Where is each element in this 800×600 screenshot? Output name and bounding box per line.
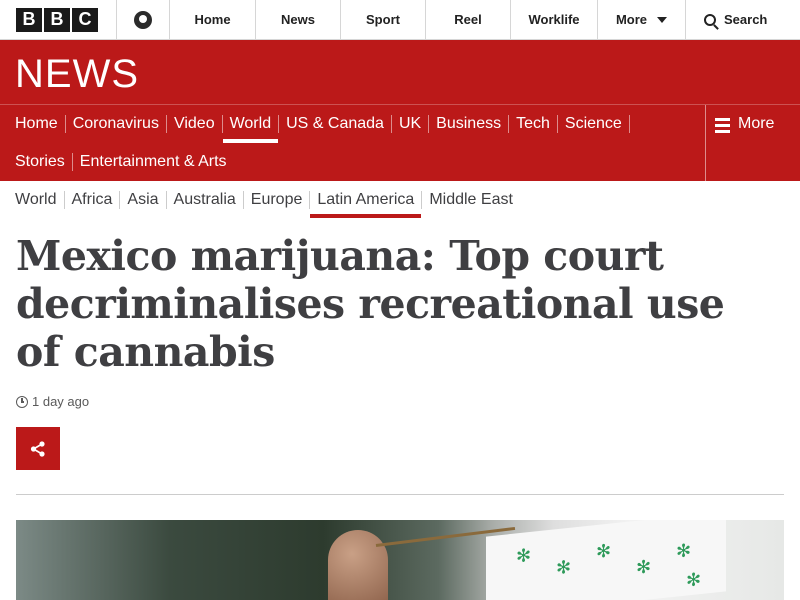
section-nav-video[interactable]: Video (167, 105, 222, 143)
photo-flag: ✻ ✻ ✻ ✻ ✻ ✻ (486, 520, 726, 600)
leaf-icon: ✻ (516, 544, 532, 567)
bbc-logo-letter: B (44, 7, 70, 32)
account-button[interactable] (117, 0, 170, 39)
section-nav-entertainment-arts[interactable]: Entertainment & Arts (73, 143, 234, 181)
section-nav-world[interactable]: World (222, 105, 279, 143)
section-nav-home[interactable]: Home (15, 105, 65, 143)
share-button[interactable] (16, 427, 60, 470)
divider (16, 494, 784, 495)
leaf-icon: ✻ (636, 556, 652, 578)
subnav-world[interactable]: World (15, 181, 64, 218)
photo-arm (328, 530, 388, 600)
section-nav-stories[interactable]: Stories (15, 143, 72, 181)
topnav-more-label: More (615, 12, 648, 27)
section-nav: Home Coronavirus Video World US & Canada… (0, 104, 800, 181)
section-nav-more-label: More (738, 115, 775, 132)
nav-divider (628, 115, 630, 133)
search-button[interactable]: Search (686, 0, 800, 39)
article-lead-image: ✻ ✻ ✻ ✻ ✻ ✻ (16, 520, 784, 600)
timestamp-text: 1 day ago (32, 394, 90, 409)
leaf-icon: ✻ (686, 569, 702, 591)
search-icon (704, 13, 716, 26)
bbc-global-header: B B C Home News Sport Reel Worklife More… (0, 0, 800, 40)
chevron-down-icon (657, 16, 668, 23)
subnav-latin-america[interactable]: Latin America (310, 181, 422, 218)
hamburger-icon (715, 118, 730, 133)
article-timestamp: 1 day ago (16, 394, 89, 409)
subnav-australia[interactable]: Australia (167, 181, 243, 218)
news-masthead: NEWS (0, 40, 800, 104)
subnav-africa[interactable]: Africa (65, 181, 120, 218)
section-nav-tech[interactable]: Tech (509, 105, 557, 143)
topnav-sport[interactable]: Sport (341, 0, 426, 39)
topnav-worklife[interactable]: Worklife (511, 0, 598, 39)
bbc-logo-letter: C (72, 7, 98, 32)
topnav-home[interactable]: Home (170, 0, 256, 39)
article-headline: Mexico marijuana: Top court decriminalis… (16, 232, 725, 376)
section-nav-row: Home Coronavirus Video World US & Canada… (15, 105, 630, 143)
section-nav-coronavirus[interactable]: Coronavirus (66, 105, 166, 143)
search-label: Search (724, 12, 768, 27)
leaf-icon: ✻ (676, 540, 692, 562)
leaf-icon: ✻ (596, 540, 612, 563)
topnav-news[interactable]: News (256, 0, 341, 39)
topnav-reel[interactable]: Reel (426, 0, 511, 39)
share-icon (30, 440, 45, 457)
section-nav-more-button[interactable]: More (705, 105, 800, 181)
bbc-logo-letter: B (16, 7, 42, 32)
subsection-nav: World Africa Asia Australia Europe Latin… (15, 181, 520, 218)
subnav-asia[interactable]: Asia (120, 181, 165, 218)
section-nav-us-canada[interactable]: US & Canada (279, 105, 391, 143)
subnav-europe[interactable]: Europe (244, 181, 310, 218)
bbc-logo[interactable]: B B C (0, 0, 117, 39)
section-nav-uk[interactable]: UK (392, 105, 428, 143)
account-icon (134, 10, 152, 29)
clock-icon (16, 395, 28, 408)
leaf-icon: ✻ (556, 556, 572, 579)
topnav-more-button[interactable]: More (598, 0, 686, 39)
news-logo[interactable]: NEWS (15, 52, 139, 97)
section-nav-row: Stories Entertainment & Arts (15, 143, 234, 181)
subnav-middle-east[interactable]: Middle East (422, 181, 520, 218)
section-nav-science[interactable]: Science (558, 105, 629, 143)
section-nav-business[interactable]: Business (429, 105, 508, 143)
